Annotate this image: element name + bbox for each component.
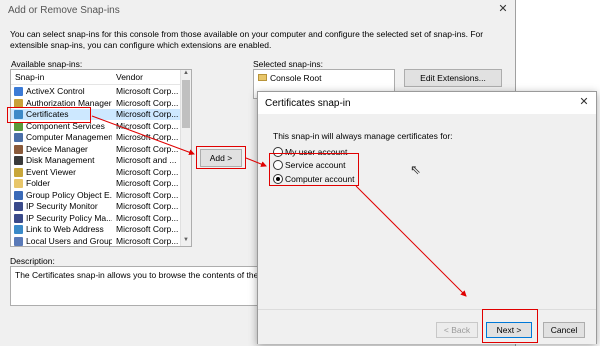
arrow-to-add bbox=[91, 115, 195, 156]
arrow-to-computer-account bbox=[245, 157, 267, 167]
annotation-arrows bbox=[91, 115, 467, 297]
arrow-to-next bbox=[355, 185, 467, 297]
